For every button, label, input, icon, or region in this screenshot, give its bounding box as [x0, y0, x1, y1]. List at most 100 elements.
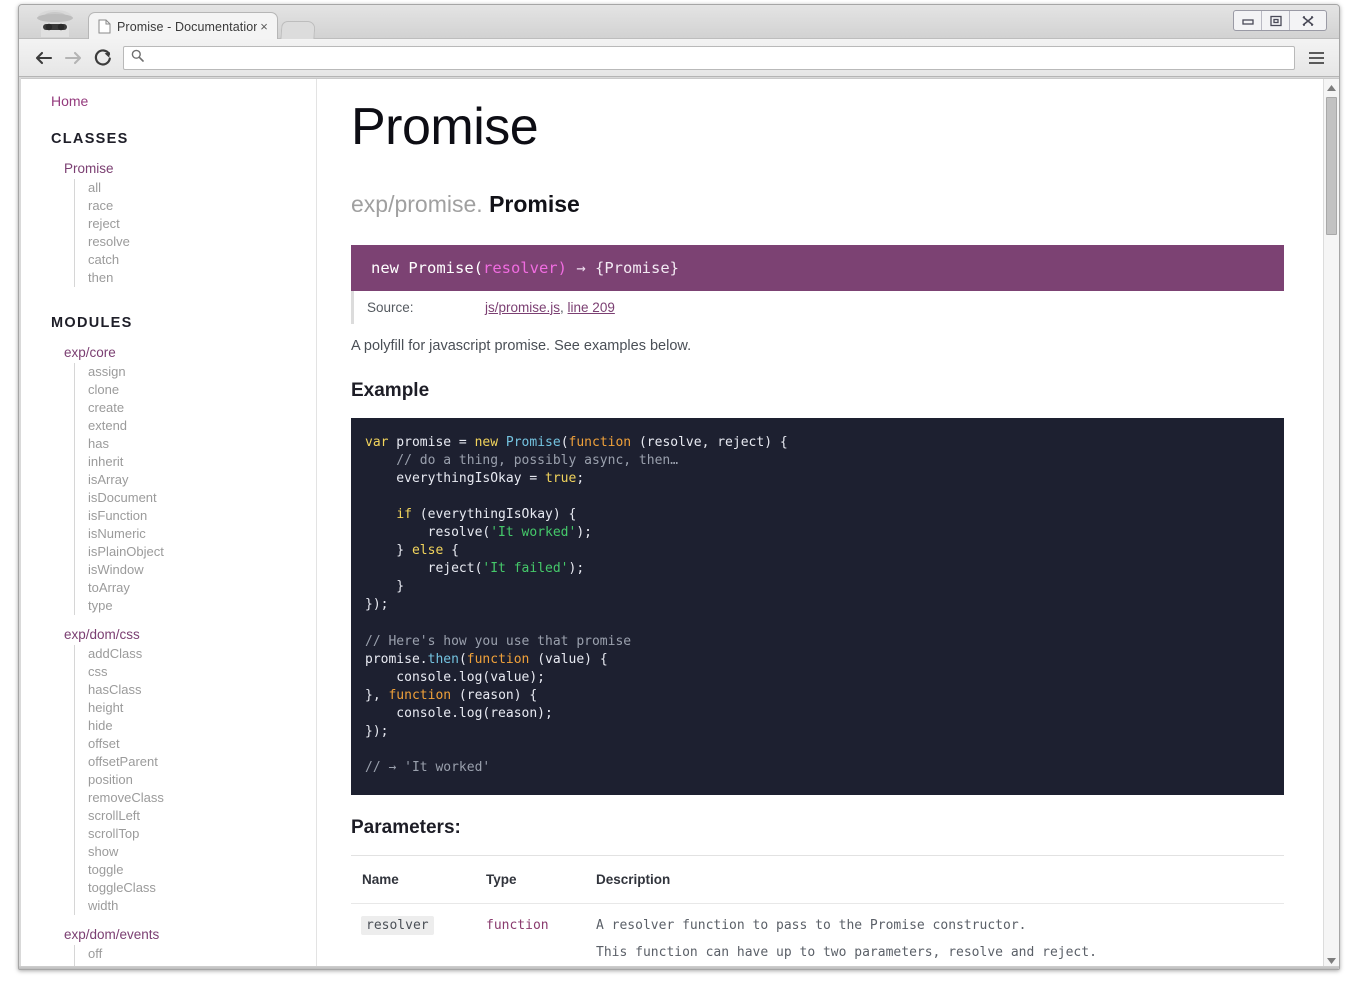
- list-item: toggle: [88, 861, 283, 879]
- sidebar-item-assign[interactable]: assign: [88, 363, 283, 381]
- sidebar-item-css[interactable]: css: [88, 663, 283, 681]
- sidebar-group: Promise allracerejectresolvecatchthen: [49, 161, 283, 287]
- window-controls: [1233, 10, 1327, 31]
- sidebar-item-isfunction[interactable]: isFunction: [88, 507, 283, 525]
- list-item: height: [88, 699, 283, 717]
- sidebar-item-isarray[interactable]: isArray: [88, 471, 283, 489]
- sidebar-item-has[interactable]: has: [88, 435, 283, 453]
- sidebar-item-isplainobject[interactable]: isPlainObject: [88, 543, 283, 561]
- list-item: isArray: [88, 471, 283, 489]
- method-signature: new Promise(resolver) → {Promise}: [351, 245, 1284, 291]
- sidebar-item-offsetparent[interactable]: offsetParent: [88, 753, 283, 771]
- sidebar-item-race[interactable]: race: [88, 197, 283, 215]
- sidebar-item-offset[interactable]: offset: [88, 735, 283, 753]
- sidebar-group-link-exp-dom-css[interactable]: exp/dom/css: [64, 627, 283, 642]
- sidebar-item-iswindow[interactable]: isWindow: [88, 561, 283, 579]
- incognito-icon: [29, 7, 81, 39]
- sidebar-item-width[interactable]: width: [88, 897, 283, 915]
- sidebar-item-inherit[interactable]: inherit: [88, 453, 283, 471]
- param-type-cell: function: [476, 904, 586, 969]
- list-item: toArray: [88, 579, 283, 597]
- forward-button[interactable]: [59, 44, 87, 72]
- sidebar-item-isnumeric[interactable]: isNumeric: [88, 525, 283, 543]
- list-item: clone: [88, 381, 283, 399]
- source-file-link[interactable]: js/promise.js: [485, 300, 560, 315]
- close-button[interactable]: [1290, 11, 1326, 30]
- sidebar-item-reject[interactable]: reject: [88, 215, 283, 233]
- tab-close-icon[interactable]: ×: [257, 20, 271, 34]
- new-tab-button[interactable]: [280, 21, 315, 40]
- address-input[interactable]: [150, 50, 1287, 65]
- sidebar-list: assignclonecreateextendhasinheritisArray…: [74, 363, 283, 615]
- sidebar-group: exp/dom/eventsoffon: [49, 927, 283, 969]
- source-label: Source:: [367, 300, 485, 315]
- sidebar-group-link-promise[interactable]: Promise: [64, 161, 283, 176]
- sidebar-section-title: MODULES: [51, 315, 283, 331]
- source-separator: ,: [560, 300, 564, 315]
- subtitle-name: Promise: [489, 191, 580, 217]
- list-item: isWindow: [88, 561, 283, 579]
- sidebar-item-hide[interactable]: hide: [88, 717, 283, 735]
- page-subtitle: exp/promise. Promise: [351, 191, 1284, 219]
- page-scroll-up-icon[interactable]: [1324, 79, 1339, 96]
- sidebar-item-clone[interactable]: clone: [88, 381, 283, 399]
- list-item: hasClass: [88, 681, 283, 699]
- sidebar-item-height[interactable]: height: [88, 699, 283, 717]
- sidebar-item-isdocument[interactable]: isDocument: [88, 489, 283, 507]
- sidebar-item-catch[interactable]: catch: [88, 251, 283, 269]
- minimize-button[interactable]: [1234, 11, 1262, 30]
- back-button[interactable]: [29, 44, 57, 72]
- sidebar-item-removeclass[interactable]: removeClass: [88, 789, 283, 807]
- param-description-cell: A resolver function to pass to the Promi…: [586, 904, 1284, 969]
- list-item: has: [88, 435, 283, 453]
- sidebar-group-link-exp-dom-events[interactable]: exp/dom/events: [64, 927, 283, 942]
- reload-button[interactable]: [89, 44, 117, 72]
- sidebar-item-scrollleft[interactable]: scrollLeft: [88, 807, 283, 825]
- list-item: css: [88, 663, 283, 681]
- list-item: extend: [88, 417, 283, 435]
- param-name-cell: resolver: [351, 904, 476, 969]
- sidebar-item-type[interactable]: type: [88, 597, 283, 615]
- sidebar-item-position[interactable]: position: [88, 771, 283, 789]
- sidebar-item-resolve[interactable]: resolve: [88, 233, 283, 251]
- menu-icon-line: [1309, 52, 1324, 54]
- sidebar-item-hasclass[interactable]: hasClass: [88, 681, 283, 699]
- browser-tab[interactable]: Promise - Documentation ×: [88, 12, 278, 40]
- reload-icon: [93, 48, 113, 67]
- sidebar-item-create[interactable]: create: [88, 399, 283, 417]
- sidebar-item-addclass[interactable]: addClass: [88, 645, 283, 663]
- param-description-line: This function can have up to two paramet…: [596, 945, 1274, 961]
- sidebar-item-off[interactable]: off: [88, 945, 283, 963]
- list-item: toggleClass: [88, 879, 283, 897]
- restore-button[interactable]: [1262, 11, 1290, 30]
- sidebar-item-toggle[interactable]: toggle: [88, 861, 283, 879]
- sidebar-group-link-exp-core[interactable]: exp/core: [64, 345, 283, 360]
- list-item: position: [88, 771, 283, 789]
- sidebar-item-toggleclass[interactable]: toggleClass: [88, 879, 283, 897]
- list-item: offsetParent: [88, 753, 283, 771]
- list-item: isFunction: [88, 507, 283, 525]
- page-scroll-thumb[interactable]: [1326, 97, 1337, 235]
- param-type: function: [486, 918, 549, 933]
- sidebar-item-all[interactable]: all: [88, 179, 283, 197]
- page-scrollbar[interactable]: [1323, 79, 1339, 969]
- search-icon: [131, 49, 144, 67]
- address-bar[interactable]: [123, 46, 1295, 70]
- sidebar-list: allracerejectresolvecatchthen: [74, 179, 283, 287]
- sidebar-list: addClasscsshasClassheighthideoffsetoffse…: [74, 645, 283, 915]
- sidebar-item-scrolltop[interactable]: scrollTop: [88, 825, 283, 843]
- source-line-link[interactable]: line 209: [568, 300, 615, 315]
- example-heading: Example: [351, 380, 1284, 402]
- menu-icon-line: [1309, 62, 1324, 64]
- sidebar-item-then[interactable]: then: [88, 269, 283, 287]
- column-header-type: Type: [476, 856, 586, 904]
- sidebar-item-home[interactable]: Home: [51, 93, 283, 109]
- list-item: all: [88, 179, 283, 197]
- sidebar-item-show[interactable]: show: [88, 843, 283, 861]
- back-arrow-icon: [34, 50, 53, 66]
- browser-menu-button[interactable]: [1303, 45, 1329, 71]
- sidebar-item-extend[interactable]: extend: [88, 417, 283, 435]
- page-description: A polyfill for javascript promise. See e…: [351, 338, 1284, 354]
- param-description-line: A resolver function to pass to the Promi…: [596, 918, 1274, 934]
- sidebar-item-toarray[interactable]: toArray: [88, 579, 283, 597]
